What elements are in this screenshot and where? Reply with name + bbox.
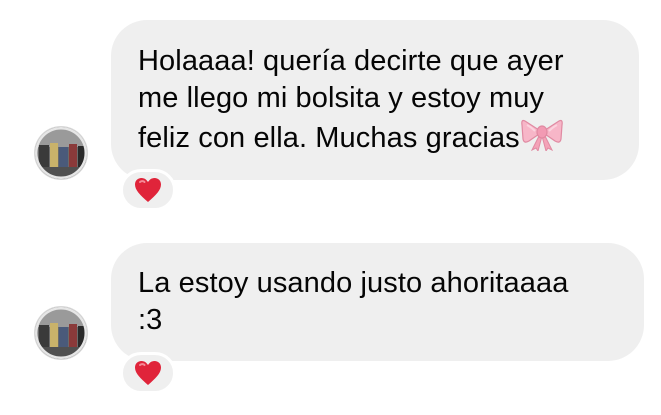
message-bubble[interactable]: Holaaaa! quería decirte que ayer me lleg… <box>111 20 639 180</box>
red-heart-icon <box>135 178 161 202</box>
message-text-line: La estoy usando justo ahoritaaaa <box>138 267 569 299</box>
sender-avatar[interactable] <box>35 127 87 179</box>
heart-reaction[interactable] <box>120 352 176 394</box>
red-heart-icon <box>135 361 161 385</box>
message-bubble[interactable]: La estoy usando justo ahoritaaaa :3 <box>111 243 644 361</box>
ribbon-bow-icon <box>521 117 563 161</box>
message-text-line: feliz con ella. Muchas gracias <box>138 122 520 154</box>
message-text-line: :3 <box>138 304 163 336</box>
message-text-line: me llego mi bolsita y estoy muy <box>138 82 545 114</box>
message-text-line: Holaaaa! quería decirte que ayer <box>138 45 564 77</box>
heart-reaction[interactable] <box>120 169 176 211</box>
message-thread: Holaaaa! quería decirte que ayer me lleg… <box>0 0 661 415</box>
sender-avatar[interactable] <box>35 307 87 359</box>
